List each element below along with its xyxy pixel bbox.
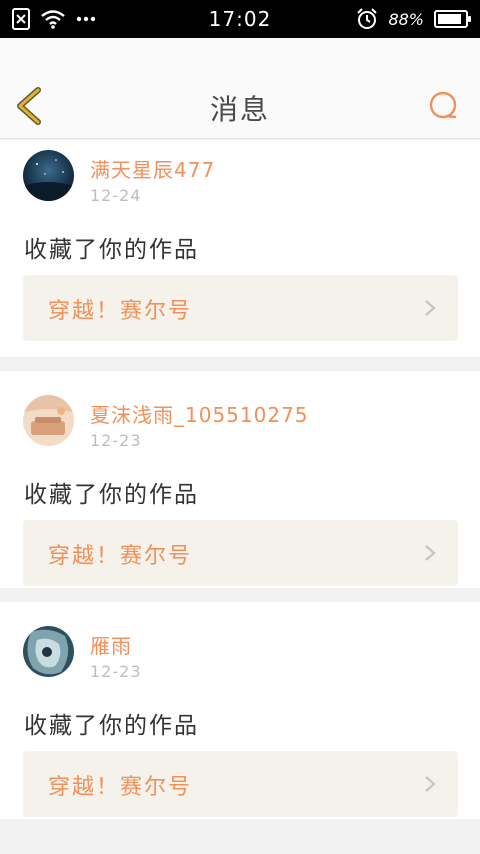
- username[interactable]: 雁雨: [90, 630, 132, 659]
- more-dots-icon: [76, 16, 96, 22]
- avatar[interactable]: [23, 626, 74, 677]
- no-sim-icon: [12, 8, 30, 30]
- battery-level: [438, 14, 461, 24]
- alarm-clock-icon: [357, 8, 378, 29]
- message-card: 夏沫浅雨_105510275 12-23 收藏了你的作品 穿越！赛尔号: [0, 371, 480, 588]
- message-date: 12-24: [90, 186, 142, 205]
- status-icons-left: [12, 8, 96, 30]
- battery-icon: [434, 10, 471, 28]
- work-link[interactable]: 穿越！赛尔号: [23, 520, 458, 586]
- status-bar: 17:02 88%: [0, 0, 480, 38]
- app-header: 消息: [0, 38, 480, 139]
- message-card: 雁雨 12-23 收藏了你的作品 穿越！赛尔号: [0, 602, 480, 819]
- username[interactable]: 夏沫浅雨_105510275: [90, 399, 309, 428]
- chevron-right-icon: [425, 300, 436, 316]
- work-link[interactable]: 穿越！赛尔号: [23, 275, 458, 341]
- avatar[interactable]: [23, 150, 74, 201]
- avatar[interactable]: [23, 395, 74, 446]
- chevron-right-icon: [425, 545, 436, 561]
- wifi-icon: [41, 10, 65, 29]
- work-title: 穿越！赛尔号: [48, 544, 193, 569]
- work-title: 穿越！赛尔号: [48, 299, 193, 324]
- message-action: 收藏了你的作品: [24, 237, 199, 263]
- message-date: 12-23: [90, 431, 142, 450]
- work-title: 穿越！赛尔号: [48, 775, 193, 800]
- username[interactable]: 满天星辰477: [90, 154, 215, 183]
- search-icon[interactable]: [428, 90, 460, 122]
- message-card: 满天星辰477 12-24 收藏了你的作品 穿越！赛尔号: [0, 140, 480, 357]
- message-list: 满天星辰477 12-24 收藏了你的作品 穿越！赛尔号 夏沫浅雨_105510…: [0, 140, 480, 833]
- message-date: 12-23: [90, 662, 142, 681]
- message-action: 收藏了你的作品: [24, 713, 199, 739]
- status-icons-right: 88%: [356, 8, 471, 30]
- page-title: 消息: [209, 93, 270, 126]
- work-link[interactable]: 穿越！赛尔号: [23, 751, 458, 817]
- battery-percent: 88%: [388, 9, 424, 29]
- chevron-right-icon: [425, 776, 436, 792]
- message-action: 收藏了你的作品: [24, 482, 199, 508]
